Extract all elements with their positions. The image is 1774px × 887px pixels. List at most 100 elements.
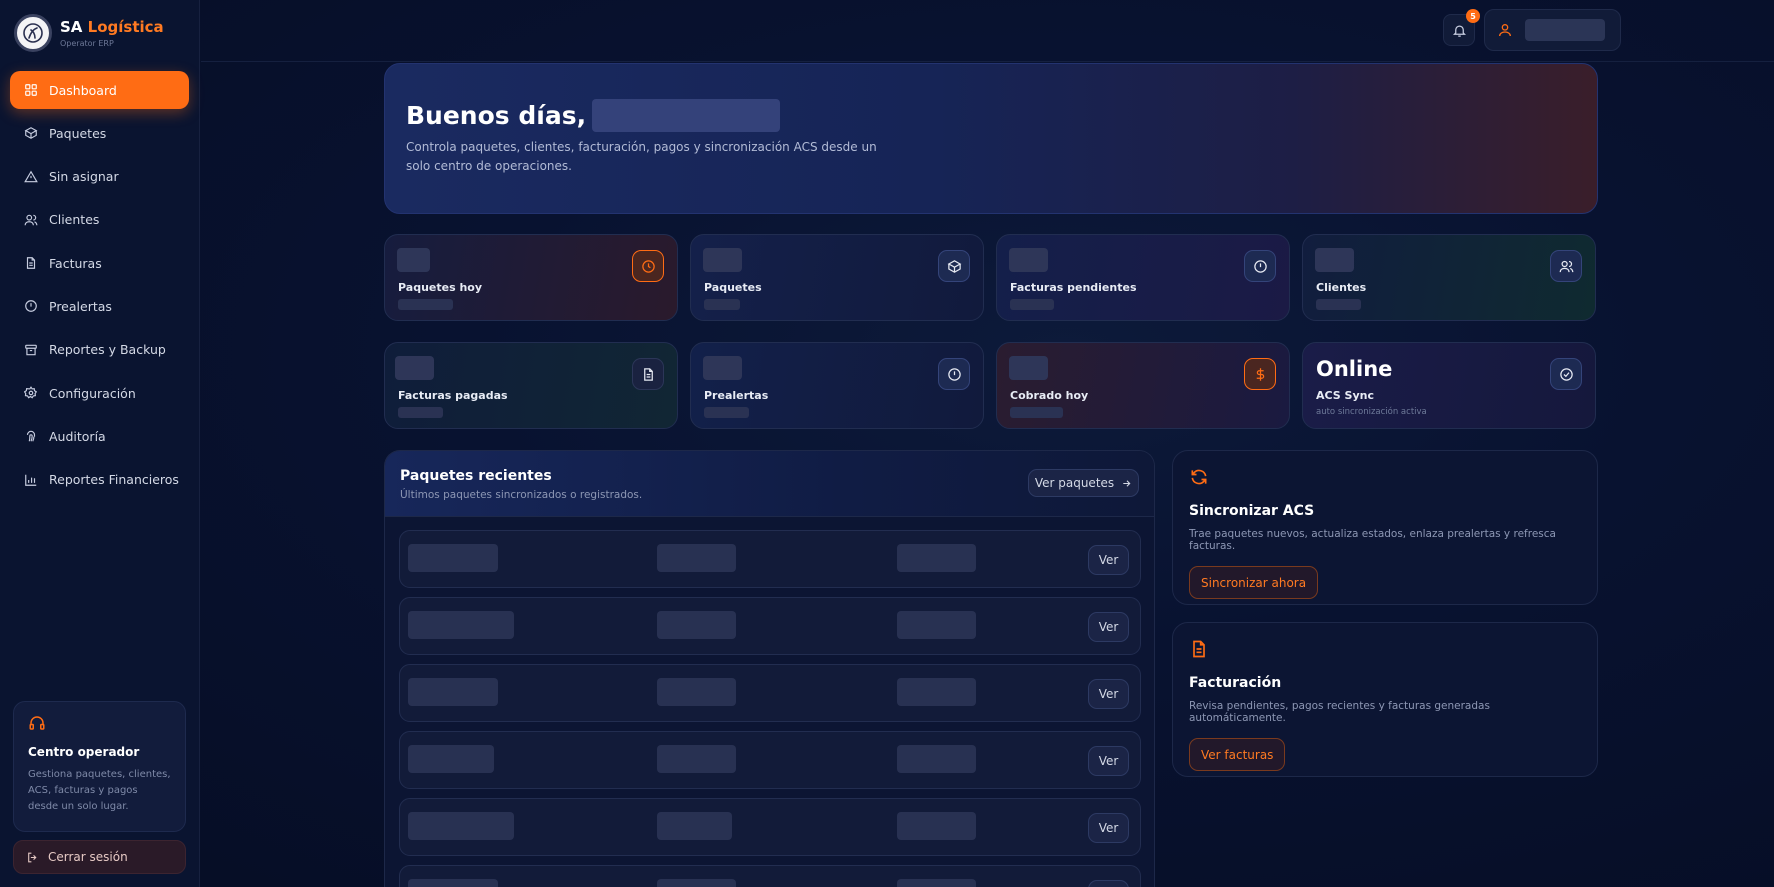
notification-badge: 5 — [1466, 9, 1480, 23]
user-name-redacted — [592, 99, 781, 132]
table-row[interactable]: Ver — [399, 530, 1141, 588]
operator-center-card: Centro operador Gestiona paquetes, clien… — [13, 701, 186, 832]
table-row[interactable]: Ver — [399, 731, 1141, 789]
stat-sub-redacted — [398, 299, 453, 310]
sidebar-item-prealertas[interactable]: Prealertas — [10, 287, 189, 325]
sidebar-item-label: Facturas — [49, 255, 102, 271]
sync-now-button[interactable]: Sincronizar ahora — [1189, 566, 1319, 599]
stat-sub-redacted — [704, 299, 740, 310]
row-cell-redacted — [657, 745, 736, 773]
stat-sub-redacted — [704, 407, 749, 418]
view-packages-button[interactable]: Ver paquetes — [1028, 469, 1139, 497]
grid-icon — [25, 84, 37, 96]
stat-card-facturas-pagadas[interactable]: Facturas pagadas — [384, 342, 678, 429]
stat-label: Cobrado hoy — [1010, 389, 1089, 402]
users-icon — [24, 214, 38, 226]
stat-value-redacted — [1315, 248, 1354, 272]
sidebar-item-label: Configuración — [49, 385, 136, 401]
row-cell-redacted — [897, 544, 976, 572]
stat-icon-box — [1244, 358, 1276, 390]
stat-value-redacted — [703, 356, 742, 380]
stat-card-acs-sync[interactable]: Online ACS Sync auto sincronización acti… — [1302, 342, 1596, 429]
bell-icon — [1452, 25, 1466, 37]
billing-card: Facturación Revisa pendientes, pagos rec… — [1172, 622, 1598, 777]
row-view-button[interactable]: Ver — [1088, 746, 1129, 776]
stat-icon-box — [632, 250, 664, 282]
row-view-button[interactable]: Ver — [1088, 612, 1129, 642]
billing-description: Revisa pendientes, pagos recientes y fac… — [1189, 700, 1490, 724]
row-cell-redacted — [657, 544, 736, 572]
row-cell-redacted — [897, 611, 976, 639]
stat-value-redacted — [395, 356, 434, 380]
hero-greeting: Buenos días, — [406, 99, 781, 132]
row-view-button[interactable]: Ver — [1088, 880, 1129, 887]
sidebar-item-sin-asignar[interactable]: Sin asignar — [10, 158, 189, 196]
table-row[interactable]: Ver — [399, 865, 1141, 887]
logout-label: Cerrar sesión — [48, 850, 128, 864]
brand[interactable]: SA Logística Operator ERP — [14, 14, 164, 52]
recent-packages-header: Paquetes recientes Últimos paquetes sinc… — [385, 451, 1154, 517]
sidebar-item-label: Paquetes — [49, 125, 107, 141]
stat-icon-box — [1550, 250, 1582, 282]
stat-icon-box — [938, 250, 970, 282]
operator-card-title: Centro operador — [28, 745, 140, 759]
brand-logo-icon — [14, 14, 52, 52]
check-circle-icon — [1559, 367, 1573, 381]
sidebar-item-facturas[interactable]: Facturas — [10, 244, 189, 282]
sidebar-item-label: Reportes y Backup — [49, 342, 166, 358]
table-row[interactable]: Ver — [399, 597, 1141, 655]
sidebar-item-paquetes[interactable]: Paquetes — [10, 114, 189, 152]
hero-description: Controla paquetes, clientes, facturación… — [406, 140, 877, 173]
row-cell-redacted — [897, 879, 976, 887]
stat-label: Facturas pagadas — [398, 389, 508, 402]
stat-sub-redacted — [1316, 299, 1361, 310]
bar-chart-icon — [25, 474, 37, 486]
stat-icon-box — [632, 358, 664, 390]
billing-title: Facturación — [1189, 675, 1282, 691]
table-row[interactable]: Ver — [399, 798, 1141, 856]
sidebar-nav: Dashboard Paquetes Sin asignar Clientes … — [10, 71, 189, 504]
stat-label: ACS Sync — [1316, 389, 1374, 402]
recent-packages-subtitle: Últimos paquetes sincronizados o registr… — [400, 489, 643, 501]
alert-circle-icon — [25, 300, 37, 313]
stat-card-facturas-pendientes[interactable]: Facturas pendientes — [996, 234, 1290, 321]
row-view-button[interactable]: Ver — [1088, 679, 1129, 709]
brand-subtitle: Operator ERP — [60, 39, 114, 48]
stat-card-paquetes-hoy[interactable]: Paquetes hoy — [384, 234, 678, 321]
row-cell-redacted — [897, 745, 976, 773]
sync-acs-description: Trae paquetes nuevos, actualiza estados,… — [1189, 528, 1556, 552]
logout-button[interactable]: Cerrar sesión — [13, 840, 186, 874]
row-cell-redacted — [408, 812, 514, 840]
refresh-icon — [1191, 469, 1207, 485]
user-menu-button[interactable] — [1484, 9, 1621, 51]
file-icon — [1193, 640, 1205, 658]
row-cell-redacted — [408, 678, 498, 706]
clock-icon — [641, 259, 655, 273]
archive-icon — [25, 344, 37, 356]
recent-packages-title: Paquetes recientes — [400, 468, 552, 484]
file-icon — [26, 257, 36, 270]
sidebar-item-configuracion[interactable]: Configuración — [10, 374, 189, 412]
row-view-button[interactable]: Ver — [1088, 545, 1129, 575]
stat-card-cobrado-hoy[interactable]: Cobrado hoy — [996, 342, 1290, 429]
box-icon — [24, 127, 38, 140]
hero-banner: Buenos días, Controla paquetes, clientes… — [384, 63, 1598, 214]
recent-packages-panel: Paquetes recientes Últimos paquetes sinc… — [384, 450, 1155, 887]
sidebar-item-clientes[interactable]: Clientes — [10, 201, 189, 239]
sidebar-item-dashboard[interactable]: Dashboard — [10, 71, 189, 109]
file-icon — [643, 367, 653, 381]
sidebar-item-reportes-financieros[interactable]: Reportes Financieros — [10, 461, 189, 499]
stat-card-paquetes[interactable]: Paquetes — [690, 234, 984, 321]
view-invoices-button[interactable]: Ver facturas — [1189, 738, 1286, 771]
table-row[interactable]: Ver — [399, 664, 1141, 722]
sidebar-item-label: Auditoría — [49, 428, 106, 444]
operator-card-description: Gestiona paquetes, clientes, ACS, factur… — [28, 769, 171, 812]
sidebar-item-reportes-backup[interactable]: Reportes y Backup — [10, 331, 189, 369]
acs-sync-status-value: Online — [1316, 357, 1393, 381]
acs-sync-sub: auto sincronización activa — [1316, 407, 1427, 417]
stat-card-prealertas[interactable]: Prealertas — [690, 342, 984, 429]
row-view-button[interactable]: Ver — [1088, 813, 1129, 843]
stat-card-clientes[interactable]: Clientes — [1302, 234, 1596, 321]
sidebar-item-auditoria[interactable]: Auditoría — [10, 417, 189, 455]
user-name-redacted — [1525, 19, 1605, 41]
